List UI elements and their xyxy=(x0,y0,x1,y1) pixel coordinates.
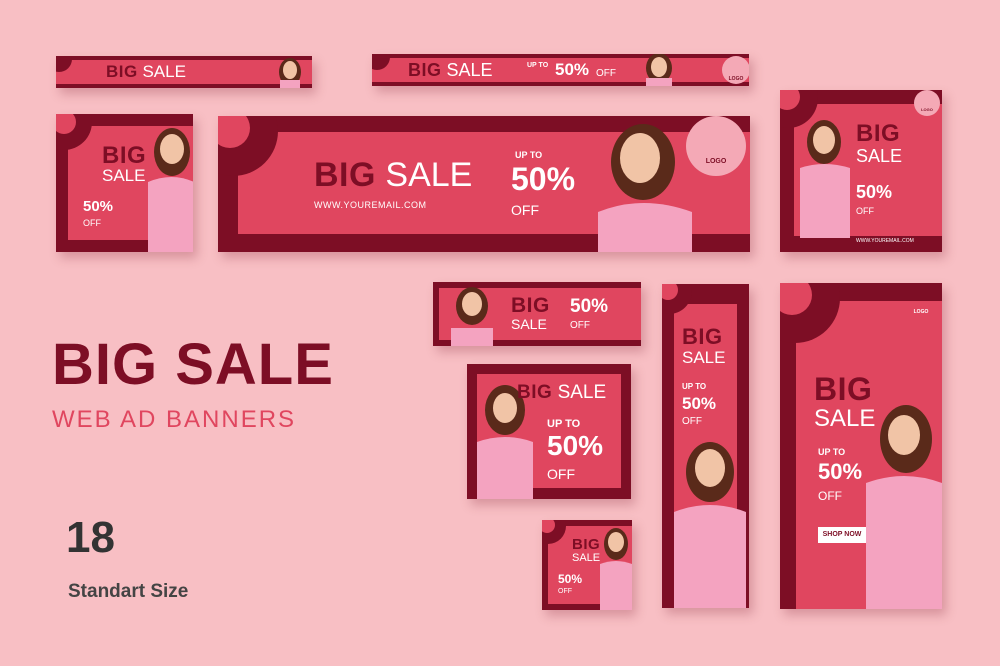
discount-text: 50% xyxy=(570,296,609,317)
logo-badge: LOGO xyxy=(913,309,929,315)
up-to-text: UP TO xyxy=(818,447,846,457)
off-text: OFF xyxy=(511,202,539,218)
sale-text: SALE xyxy=(557,382,607,403)
email-text: WWW.YOUREMAIL.COM xyxy=(856,238,914,244)
discount-text: 50% xyxy=(558,572,583,586)
off-text: OFF xyxy=(596,68,616,79)
off-text: OFF xyxy=(558,588,572,595)
big-text: BIG xyxy=(511,294,550,317)
up-to-text: UP TO xyxy=(515,150,543,160)
discount-text: 50% xyxy=(818,459,863,484)
off-text: OFF xyxy=(818,489,842,503)
sale-text: SALE xyxy=(142,62,186,81)
off-text: OFF xyxy=(83,218,101,228)
discount-text: 50% xyxy=(547,430,604,461)
big-text: BIG xyxy=(856,120,901,147)
banner-rectangle-small: BIG SALE 50% OFF xyxy=(433,282,641,346)
sale-text: SALE xyxy=(682,348,726,367)
off-text: OFF xyxy=(682,416,702,427)
discount-text: 50% xyxy=(555,60,590,79)
banner-square-small: BIG SALE 50% OFF xyxy=(56,114,193,252)
logo-badge: LOGO xyxy=(722,56,749,84)
sale-text: SALE xyxy=(856,146,903,166)
big-text: BIG xyxy=(517,382,553,403)
model-photo xyxy=(598,524,632,610)
page-title: BIG SALE xyxy=(52,332,334,397)
big-text: BIG xyxy=(682,324,723,349)
up-to-text: UP TO xyxy=(682,382,707,391)
sale-text: SALE xyxy=(572,552,601,564)
banner-leaderboard: BIG SALE UP TO 50% OFF LOGO xyxy=(372,54,749,86)
big-text: BIG xyxy=(572,536,601,553)
sale-text: SALE xyxy=(511,316,547,332)
banner-skyscraper: BIG SALE UP TO 50% OFF xyxy=(662,284,749,608)
logo-badge: LOGO xyxy=(686,116,746,176)
banner-count-label: Standart Size xyxy=(68,581,189,602)
banner-square-tiny: BIG SALE 50% OFF xyxy=(542,520,632,610)
model-photo xyxy=(862,399,942,609)
discount-text: 50% xyxy=(856,182,893,202)
discount-text: 50% xyxy=(682,394,717,413)
model-photo xyxy=(445,284,499,346)
off-text: OFF xyxy=(856,206,874,216)
logo-badge: LOGO xyxy=(914,90,940,116)
model-photo xyxy=(634,54,684,86)
off-text: OFF xyxy=(570,320,590,331)
discount-text: 50% xyxy=(511,161,576,197)
sale-text: SALE xyxy=(102,166,146,185)
banner-half-page: LOGO BIG SALE UP TO 50% OFF SHOP NOW xyxy=(780,283,942,609)
model-photo xyxy=(588,122,698,252)
model-photo xyxy=(270,56,310,88)
model-photo xyxy=(796,116,854,238)
email-text: WWW.YOUREMAIL.COM xyxy=(314,200,427,210)
sale-text: SALE xyxy=(385,156,473,194)
big-text: BIG xyxy=(408,60,442,80)
big-text: BIG xyxy=(314,156,376,194)
banner-billboard: BIG SALE WWW.YOUREMAIL.COM UP TO 50% OFF… xyxy=(218,116,750,252)
up-to-text: UP TO xyxy=(547,418,581,430)
banner-count: 18 xyxy=(66,513,115,562)
up-to-text: UP TO xyxy=(527,62,549,69)
model-photo xyxy=(668,432,749,608)
off-text: OFF xyxy=(547,466,575,482)
banner-rectangle-medium: BIG SALE UP TO 50% OFF xyxy=(467,364,631,499)
model-photo xyxy=(142,122,193,252)
page-subtitle: WEB AD BANNERS xyxy=(52,406,297,433)
banner-leaderboard-small: BIG SALE LOGO xyxy=(56,56,312,88)
big-text: BIG xyxy=(106,62,138,81)
sale-text: SALE xyxy=(446,60,493,80)
shop-now-button[interactable]: SHOP NOW xyxy=(818,527,866,543)
banner-square-medium: BIG SALE 50% OFF WWW.YOUREMAIL.COM LOGO xyxy=(780,90,942,252)
discount-text: 50% xyxy=(83,198,114,215)
